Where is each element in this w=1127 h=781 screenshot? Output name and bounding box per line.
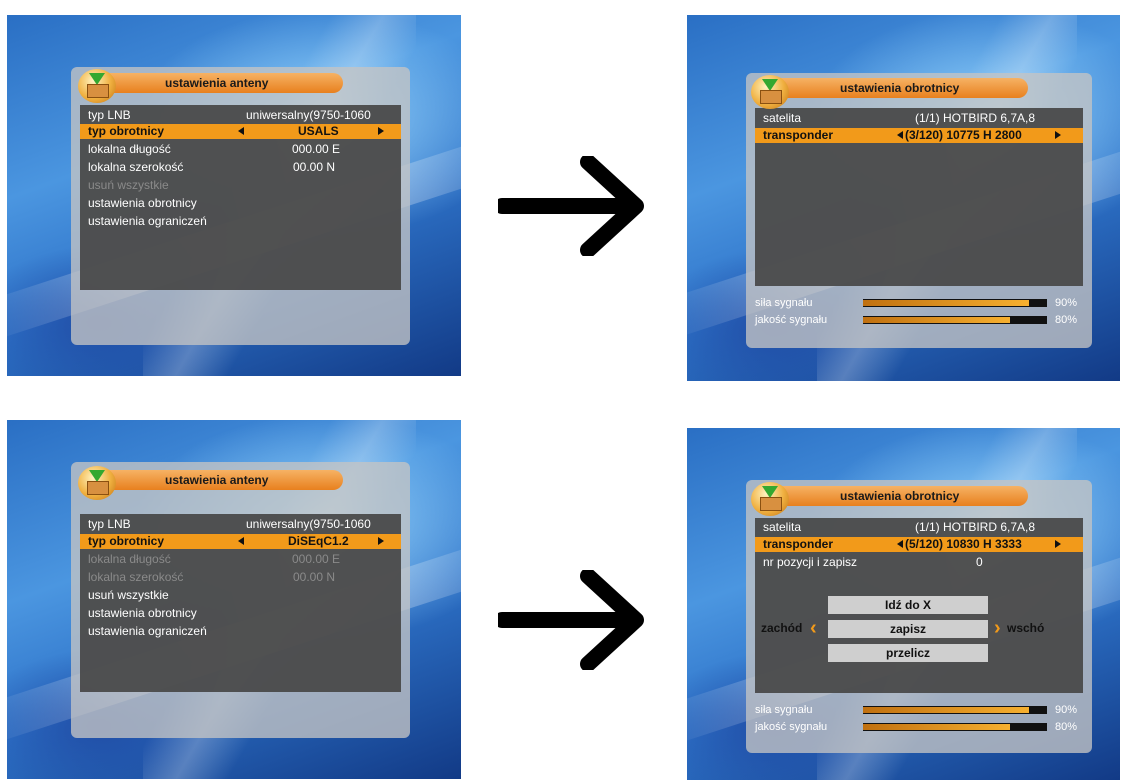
package-download-icon: [78, 466, 116, 500]
menu-row-lnb-type[interactable]: typ LNB uniwersalny(9750-1060: [80, 517, 401, 532]
menu-list: typ LNB uniwersalny(9750-1060 typ obrotn…: [80, 105, 401, 290]
chevron-left-icon[interactable]: [897, 540, 903, 548]
menu-row-motor-settings[interactable]: ustawienia obrotnicy: [80, 606, 401, 621]
menu-title: ustawienia anteny: [103, 73, 343, 93]
menu-row-local-latitude[interactable]: lokalna szerokość 00.00 N: [80, 160, 401, 175]
menu-frame: ustawienia obrotnicy satelita (1/1) HOTB…: [746, 73, 1092, 348]
signal-strength-bar: [863, 706, 1047, 714]
package-download-icon: [751, 482, 789, 516]
recalculate-button[interactable]: przelicz: [828, 644, 988, 662]
signal-quality: jakość sygnału 80%: [755, 721, 1078, 733]
chevron-left-icon[interactable]: ‹: [810, 618, 817, 638]
menu-title: ustawienia obrotnicy: [778, 78, 1028, 98]
menu-row-local-longitude[interactable]: lokalna długość 000.00 E: [80, 142, 401, 157]
menu-row-motor-settings[interactable]: ustawienia obrotnicy: [80, 196, 401, 211]
screenshot-motor-settings-usals: ustawienia obrotnicy satelita (1/1) HOTB…: [687, 15, 1120, 381]
chevron-left-icon[interactable]: [238, 537, 244, 545]
chevron-right-icon[interactable]: [378, 127, 384, 135]
east-label: wschó: [1007, 621, 1045, 635]
signal-strength-bar: [863, 299, 1047, 307]
chevron-left-icon[interactable]: [897, 131, 903, 139]
menu-row-motor-type[interactable]: typ obrotnicy USALS: [80, 124, 401, 139]
menu-row-lnb-type[interactable]: typ LNB uniwersalny(9750-1060: [80, 108, 401, 123]
menu-row-local-latitude: lokalna szerokość 00.00 N: [88, 570, 336, 584]
menu-row-local-longitude: lokalna długość 000.00 E: [88, 552, 341, 566]
menu-title: ustawienia anteny: [103, 470, 343, 490]
signal-quality: jakość sygnału 80%: [755, 314, 1078, 326]
menu-row-motor-type[interactable]: typ obrotnicy DiSEqC1.2: [80, 534, 401, 549]
menu-list: satelita (1/1) HOTBIRD 6,7A,8 transponde…: [755, 108, 1083, 286]
transponder-row[interactable]: transponder (5/120) 10830 H 3333: [755, 537, 1083, 552]
transponder-row[interactable]: transponder (3/120) 10775 H 2800: [755, 128, 1083, 143]
menu-title: ustawienia obrotnicy: [778, 486, 1028, 506]
chevron-left-icon[interactable]: [238, 127, 244, 135]
west-label: zachód: [761, 621, 803, 635]
satellite-row[interactable]: satelita (1/1) HOTBIRD 6,7A,8: [755, 111, 1083, 126]
menu-frame: ustawienia anteny typ LNB uniwersalny(97…: [71, 462, 410, 738]
screenshot-antenna-settings-usals: ustawienia anteny typ LNB uniwersalny(97…: [7, 15, 461, 376]
screenshot-motor-settings-diseqc: ustawienia obrotnicy satelita (1/1) HOTB…: [687, 428, 1120, 780]
goto-x-button[interactable]: Idź do X: [828, 596, 988, 614]
arrow-right-icon: [498, 156, 644, 256]
signal-strength: siła sygnału 90%: [755, 704, 1078, 716]
menu-row-delete-all: usuń wszystkie: [88, 178, 169, 192]
chevron-right-icon[interactable]: [1055, 540, 1061, 548]
package-download-icon: [78, 69, 116, 103]
menu-row-limit-settings[interactable]: ustawienia ograniczeń: [80, 214, 401, 229]
chevron-right-icon[interactable]: [378, 537, 384, 545]
menu-row-limit-settings[interactable]: ustawienia ograniczeń: [80, 624, 401, 639]
save-button[interactable]: zapisz: [828, 620, 988, 638]
signal-quality-bar: [863, 723, 1047, 731]
package-download-icon: [751, 75, 789, 109]
menu-row-delete-all[interactable]: usuń wszystkie: [80, 588, 401, 603]
arrow-right-icon: [498, 570, 644, 670]
chevron-right-icon[interactable]: [1055, 131, 1061, 139]
signal-quality-bar: [863, 316, 1047, 324]
signal-strength: siła sygnału 90%: [755, 297, 1078, 309]
menu-frame: ustawienia obrotnicy satelita (1/1) HOTB…: [746, 480, 1092, 753]
screenshot-antenna-settings-diseqc: ustawienia anteny typ LNB uniwersalny(97…: [7, 420, 461, 779]
menu-frame: ustawienia anteny typ LNB uniwersalny(97…: [71, 67, 410, 345]
chevron-right-icon[interactable]: ›: [994, 618, 1001, 638]
menu-list: typ LNB uniwersalny(9750-1060 typ obrotn…: [80, 514, 401, 692]
menu-list: satelita (1/1) HOTBIRD 6,7A,8 transponde…: [755, 518, 1083, 693]
position-save-row[interactable]: nr pozycji i zapisz 0: [755, 555, 1083, 570]
satellite-row[interactable]: satelita (1/1) HOTBIRD 6,7A,8: [755, 520, 1083, 535]
